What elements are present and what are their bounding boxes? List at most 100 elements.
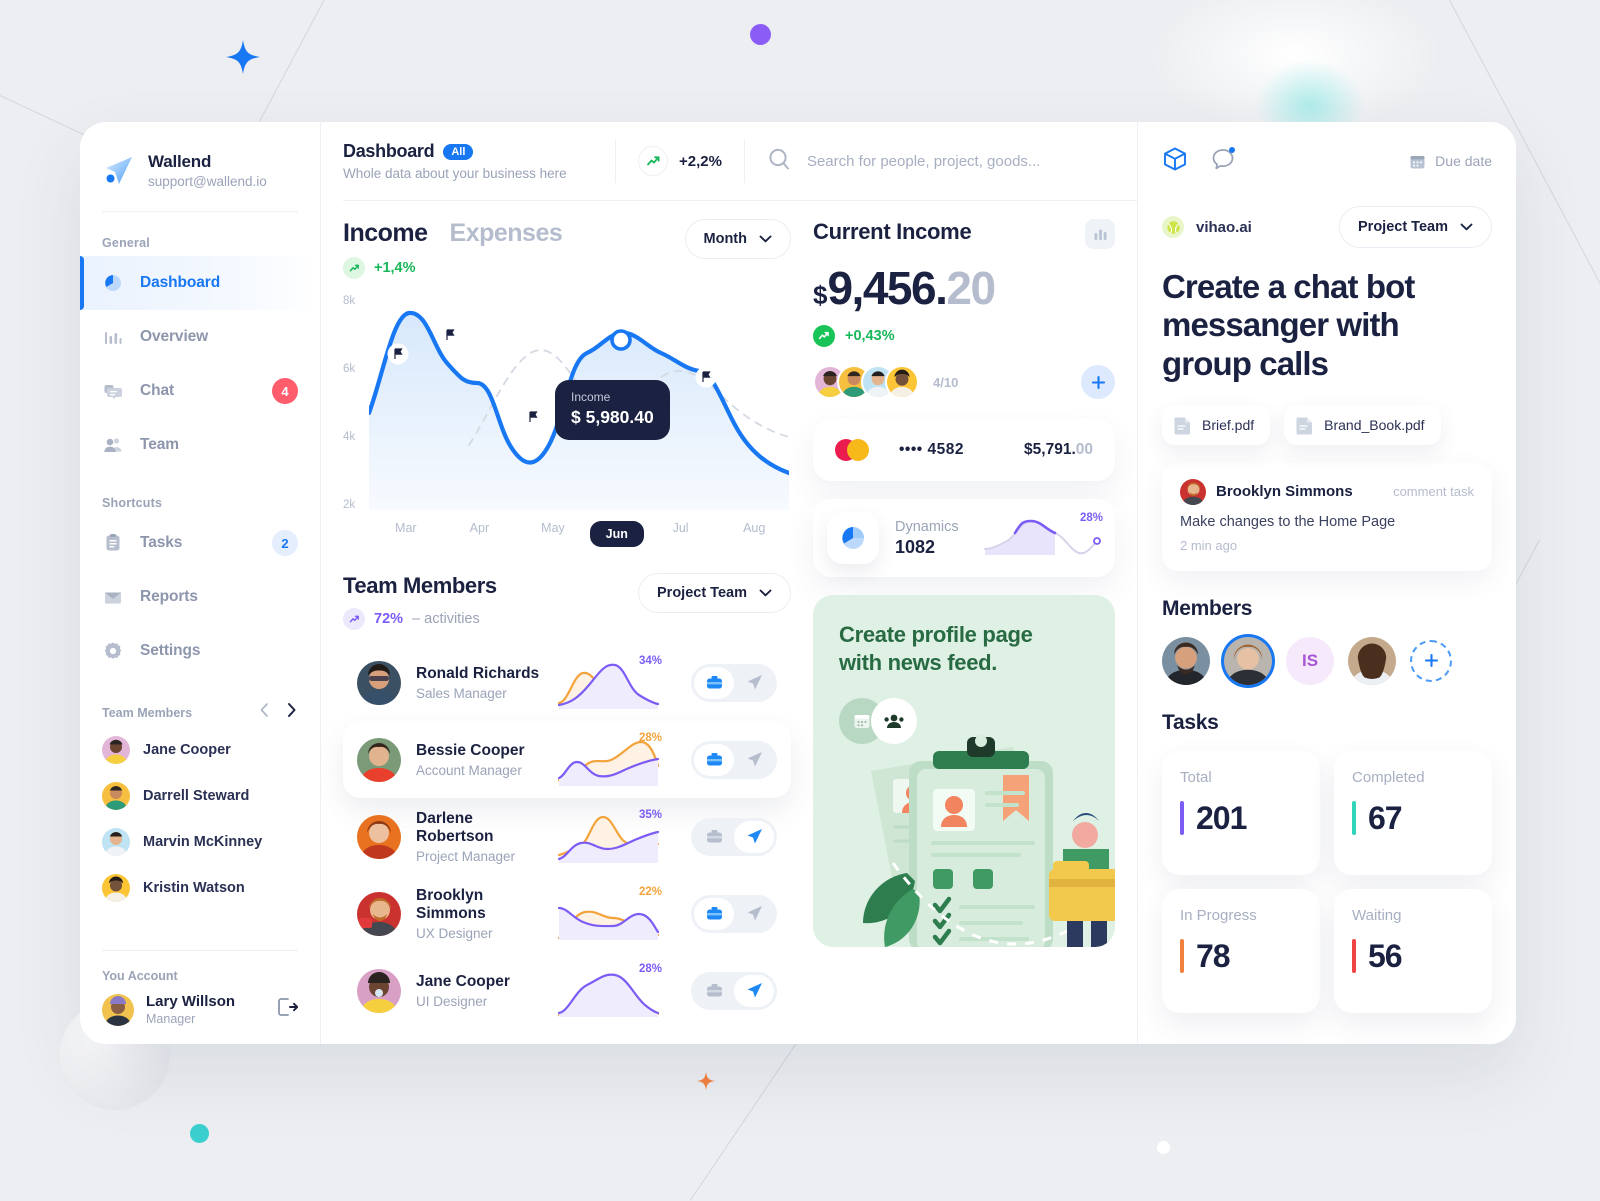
- payment-card[interactable]: •••• 4582 $5,791.00: [813, 419, 1115, 481]
- sidebar-item-dashboard[interactable]: Dashboard: [80, 256, 320, 310]
- task-stat-label: Waiting: [1352, 906, 1402, 924]
- search-input[interactable]: [806, 152, 1137, 170]
- logout-icon[interactable]: [276, 996, 299, 1023]
- income-growth: +1,4%: [343, 257, 562, 279]
- topbar-divider-2: [743, 139, 745, 183]
- task-detail-panel: Due date vihao.ai Project Team Create a …: [1138, 122, 1516, 1044]
- promo-title-line2: with news feed.: [839, 649, 998, 675]
- table-row[interactable]: Darlene Robertson Project Manager 35%: [343, 798, 791, 875]
- payment-card-amount: $5,791.00: [1024, 441, 1093, 459]
- sidebar-item-settings[interactable]: Settings: [80, 624, 320, 678]
- team-members-title: Team Members: [343, 573, 497, 598]
- page-title: Dashboard: [343, 141, 435, 161]
- currency-symbol: $: [813, 280, 828, 310]
- period-dropdown[interactable]: Month: [684, 219, 791, 259]
- comment-unread-dot: [1229, 146, 1235, 153]
- member-name: Bessie Cooper: [416, 741, 525, 759]
- members-title: Members: [1162, 596, 1253, 620]
- dynamics-sparkline: 28%: [983, 512, 1103, 561]
- chart-month-jun[interactable]: Jun: [589, 521, 644, 547]
- avatar: [102, 828, 130, 856]
- cube-icon[interactable]: [1162, 146, 1188, 177]
- promo-title-line1: Create profile page: [839, 622, 1033, 647]
- comment-time: 2 min ago: [1180, 537, 1238, 553]
- current-income-amount: $ 9,456. 20: [813, 261, 1115, 315]
- member-pct: 35%: [638, 808, 662, 821]
- income-header: Income Expenses +1,4% Month: [343, 219, 791, 279]
- table-row[interactable]: Brooklyn Simmons UX Designer 22%: [343, 875, 791, 952]
- bar-chart-icon[interactable]: [1085, 219, 1115, 249]
- avatar: [102, 993, 134, 1026]
- sidebar-member-kristin-watson[interactable]: Kristin Watson: [80, 865, 320, 911]
- sidebar-member-darrell-steward[interactable]: Darrell Steward: [80, 773, 320, 819]
- sidebar-item-team[interactable]: Team: [80, 418, 320, 472]
- task-stat-in-progress[interactable]: In Progress 78: [1162, 888, 1320, 1013]
- account-row[interactable]: Lary Willson Manager: [102, 993, 299, 1026]
- member-initials-badge[interactable]: IS: [1286, 636, 1334, 685]
- chart-month-mar[interactable]: Mar: [369, 521, 443, 547]
- member-role: Project Manager: [416, 848, 516, 864]
- y-tick-label: 6k: [343, 363, 356, 375]
- member-toggle[interactable]: [691, 663, 777, 702]
- chart-month-apr[interactable]: Apr: [443, 521, 517, 547]
- mail-icon: [102, 586, 124, 608]
- task-comment[interactable]: Brooklyn Simmons comment task Make chang…: [1162, 462, 1492, 571]
- chart-tooltip-label: Income: [571, 390, 611, 404]
- task-stat-total[interactable]: Total 201: [1162, 750, 1320, 875]
- table-row[interactable]: Jane Cooper UI Designer 28%: [343, 952, 791, 1029]
- sidebar-item-overview[interactable]: Overview: [80, 310, 320, 364]
- sidebar-team-members-label: Team Members: [102, 705, 193, 720]
- sidebar-item-reports[interactable]: Reports: [80, 570, 320, 624]
- period-dropdown-label: Month: [703, 231, 747, 247]
- comment-author: Brooklyn Simmons: [1216, 483, 1353, 501]
- promo-card[interactable]: Create profile page with news feed.: [813, 595, 1115, 947]
- chevron-right-icon[interactable]: [285, 702, 298, 723]
- avatar[interactable]: [1224, 636, 1272, 685]
- payment-card-number: •••• 4582: [899, 441, 964, 458]
- brand[interactable]: Wallend support@wallend.io: [80, 144, 320, 189]
- task-stat-completed[interactable]: Completed 67: [1334, 750, 1492, 875]
- avatar: [357, 814, 401, 859]
- comment-icon[interactable]: [1210, 146, 1236, 177]
- tab-income[interactable]: Income: [343, 219, 428, 248]
- chart-tooltip: Income $ 5,980.40: [555, 380, 670, 440]
- sidebar-item-chat[interactable]: Chat 4: [80, 364, 320, 418]
- member-toggle[interactable]: [691, 740, 777, 779]
- team-dropdown[interactable]: Project Team: [638, 573, 791, 613]
- member-toggle[interactable]: [691, 817, 777, 856]
- briefcase-icon: [694, 897, 734, 930]
- sidebar-member-marvin-mckinney[interactable]: Marvin McKinney: [80, 819, 320, 865]
- add-member-button[interactable]: [1410, 639, 1452, 682]
- chevron-down-icon: [759, 235, 772, 243]
- table-row[interactable]: Bessie Cooper Account Manager 28%: [343, 721, 791, 798]
- chart-month-may[interactable]: May: [516, 521, 590, 547]
- chart-month-jul[interactable]: Jul: [644, 521, 718, 547]
- member-pct: 22%: [638, 885, 662, 898]
- table-row[interactable]: Ronald Richards Sales Manager 34%: [343, 644, 791, 721]
- member-name: Ronald Richards: [416, 664, 540, 682]
- member-toggle[interactable]: [691, 894, 777, 933]
- account-role: Manager: [146, 1012, 196, 1026]
- sidebar-item-label: Overview: [140, 328, 209, 345]
- dynamics-card[interactable]: Dynamics 1082 28%: [813, 499, 1115, 577]
- add-person-button[interactable]: [1081, 365, 1115, 399]
- chart-month-aug[interactable]: Aug: [717, 521, 791, 547]
- member-toggle[interactable]: [691, 971, 777, 1010]
- search-box[interactable]: [767, 147, 1137, 176]
- task-team-dropdown[interactable]: Project Team: [1339, 206, 1492, 248]
- task-stat-label: In Progress: [1180, 906, 1257, 924]
- sidebar-member-jane-cooper[interactable]: Jane Cooper: [80, 727, 320, 773]
- task-stat-waiting[interactable]: Waiting 56: [1334, 888, 1492, 1013]
- tab-expenses[interactable]: Expenses: [450, 219, 563, 248]
- chevron-left-icon[interactable]: [258, 702, 271, 723]
- attachment-brief-pdf[interactable]: Brief.pdf: [1162, 404, 1271, 445]
- send-icon: [734, 820, 774, 853]
- due-date-button[interactable]: Due date: [1409, 153, 1492, 170]
- content-area: Income Expenses +1,4% Month 8k 6k 4k 2k …: [321, 201, 1137, 1044]
- attachment-brand-book-pdf[interactable]: Brand_Book.pdf: [1284, 404, 1441, 445]
- page-title-pill[interactable]: All: [443, 143, 474, 160]
- promo-title: Create profile page with news feed.: [813, 595, 1115, 676]
- avatar[interactable]: [1348, 636, 1396, 685]
- sidebar-item-tasks[interactable]: Tasks 2: [80, 516, 320, 570]
- avatar[interactable]: [1162, 636, 1210, 685]
